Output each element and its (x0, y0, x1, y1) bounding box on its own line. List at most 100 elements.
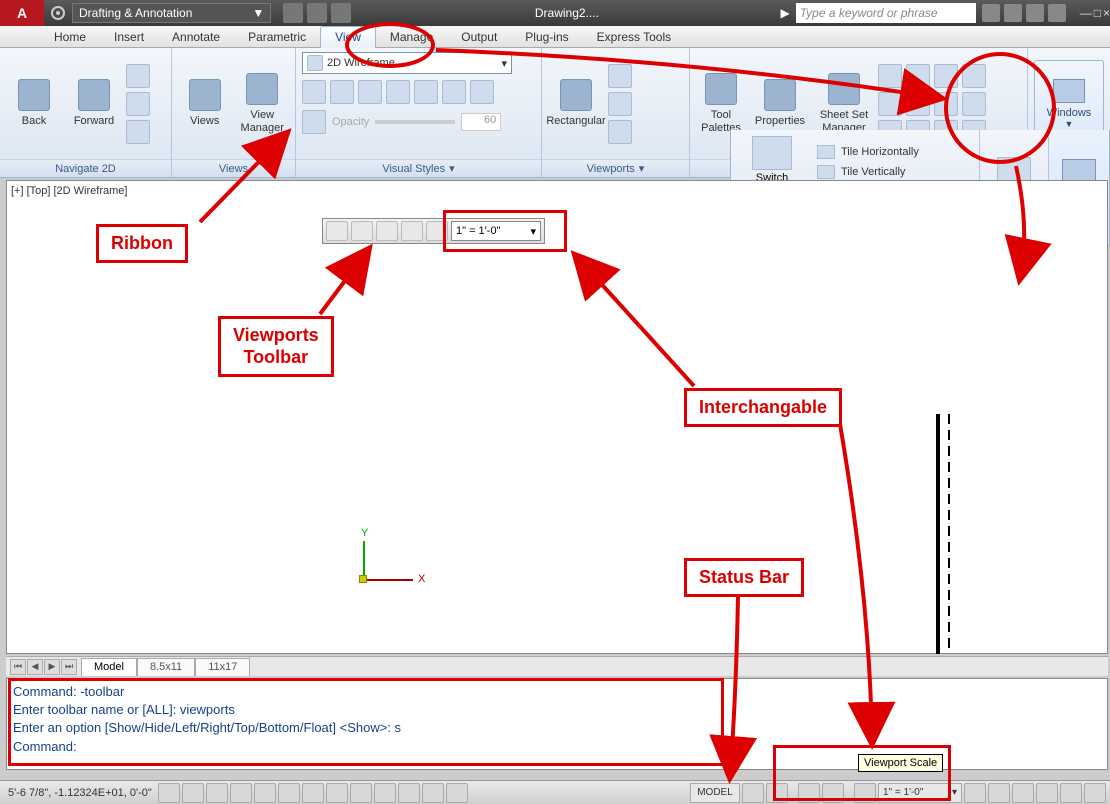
qp-toggle[interactable] (422, 783, 444, 803)
otrack-toggle[interactable] (302, 783, 324, 803)
sb-tool-icon[interactable] (1012, 783, 1034, 803)
osnap3d-toggle[interactable] (278, 783, 300, 803)
grid-toggle[interactable] (182, 783, 204, 803)
vp-tool-2[interactable] (351, 221, 373, 241)
panel-title-views: Views (172, 159, 295, 177)
sb-layout-icon[interactable] (742, 783, 764, 803)
annotation-statusbar: Status Bar (684, 558, 804, 597)
sb-hw-icon[interactable] (1036, 783, 1058, 803)
sb-iso-icon[interactable] (1060, 783, 1082, 803)
search-input[interactable]: Type a keyword or phrase (796, 3, 976, 23)
sb-annoscale-icon[interactable] (822, 783, 844, 803)
polar-toggle[interactable] (230, 783, 252, 803)
viewports-toolbar[interactable]: 1" = 1'-0"▾ (322, 218, 545, 244)
layout-model[interactable]: Model (81, 658, 137, 676)
tab-output[interactable]: Output (447, 26, 511, 48)
opacity-icon[interactable] (302, 110, 326, 134)
tab-prev-button[interactable]: ◀ (27, 659, 43, 675)
chevron-down-icon: ▼ (1065, 119, 1074, 129)
tab-plugins[interactable]: Plug-ins (511, 26, 582, 48)
qat-new-icon[interactable] (283, 3, 303, 23)
tooltip-viewport-scale: Viewport Scale (858, 754, 943, 772)
tab-express[interactable]: Express Tools (583, 26, 685, 48)
minimize-button[interactable]: — (1080, 6, 1092, 20)
vs-btn-1[interactable] (302, 80, 326, 104)
opacity-slider[interactable] (375, 120, 455, 124)
views-button[interactable]: Views (178, 60, 232, 148)
gear-icon[interactable] (48, 3, 68, 23)
ducs-toggle[interactable] (326, 783, 348, 803)
model-button[interactable]: MODEL (690, 783, 740, 803)
x-axis (363, 579, 413, 581)
vp-btn-2[interactable] (608, 92, 632, 116)
vs-btn-5[interactable] (414, 80, 438, 104)
sb-lock-icon[interactable] (964, 783, 986, 803)
close-button[interactable]: × (1103, 6, 1110, 20)
forward-button[interactable]: Forward (66, 60, 122, 148)
user-icon[interactable] (1004, 4, 1022, 22)
vp-tool-4[interactable] (401, 221, 423, 241)
vs-btn-7[interactable] (470, 80, 494, 104)
view-manager-button[interactable]: View Manager (236, 60, 290, 148)
panel-title-visual[interactable]: Visual Styles ▾ (296, 159, 541, 177)
tpy-toggle[interactable] (398, 783, 420, 803)
layout-85x11[interactable]: 8.5x11 (137, 658, 195, 676)
viewport-scale-combo[interactable]: 1" = 1'-0"▾ (451, 221, 541, 241)
vp-tool-3[interactable] (376, 221, 398, 241)
tab-insert[interactable]: Insert (100, 26, 158, 48)
pal-3[interactable] (878, 92, 902, 116)
tile-horizontally[interactable]: Tile Horizontally (817, 145, 919, 159)
opacity-value[interactable]: 60 (461, 113, 501, 131)
qat-open-icon[interactable] (307, 3, 327, 23)
tab-annotate[interactable]: Annotate (158, 26, 234, 48)
orbit-icon[interactable] (126, 92, 150, 116)
sb-ws-icon[interactable] (988, 783, 1010, 803)
vp-btn-1[interactable] (608, 64, 632, 88)
qat-save-icon[interactable] (331, 3, 351, 23)
coordinates[interactable]: 5'-6 7/8", -1.12324E+01, 0'-0" (4, 787, 156, 799)
sb-clean-icon[interactable] (1084, 783, 1106, 803)
vs-btn-2[interactable] (330, 80, 354, 104)
back-button[interactable]: Back (6, 60, 62, 148)
tab-parametric[interactable]: Parametric (234, 26, 320, 48)
maximize-button[interactable]: □ (1094, 6, 1101, 20)
workspace-selector[interactable]: Drafting & Annotation ▼ (72, 3, 271, 23)
vs-btn-3[interactable] (358, 80, 382, 104)
status-scale-combo[interactable]: 1" = 1'-0"▾ (878, 783, 962, 803)
extents-icon[interactable] (126, 120, 150, 144)
sc-toggle[interactable] (446, 783, 468, 803)
panel-title-viewports[interactable]: Viewports ▾ (542, 159, 689, 177)
pan-icon[interactable] (126, 64, 150, 88)
rectangular-button[interactable]: Rectangular (548, 60, 604, 148)
sb-vp-max-icon[interactable] (854, 783, 876, 803)
vs-btn-4[interactable] (386, 80, 410, 104)
osnap-toggle[interactable] (254, 783, 276, 803)
tab-first-button[interactable]: ⏮ (10, 659, 26, 675)
pal-1[interactable] (878, 64, 902, 88)
layout-11x17[interactable]: 11x17 (195, 658, 250, 676)
pal-4[interactable] (906, 92, 930, 116)
sb-anno-icon[interactable] (798, 783, 820, 803)
binoculars-icon[interactable] (982, 4, 1000, 22)
tab-home[interactable]: Home (40, 26, 100, 48)
exchange-icon[interactable] (1026, 4, 1044, 22)
view-label[interactable]: [+] [Top] [2D Wireframe] (11, 185, 127, 197)
y-axis (363, 541, 365, 579)
pal-2[interactable] (906, 64, 930, 88)
vp-tool-5[interactable] (426, 221, 448, 241)
dyn-toggle[interactable] (350, 783, 372, 803)
vs-btn-6[interactable] (442, 80, 466, 104)
vp-tool-1[interactable] (326, 221, 348, 241)
sb-qv-icon[interactable] (766, 783, 788, 803)
ortho-toggle[interactable] (206, 783, 228, 803)
lwt-toggle[interactable] (374, 783, 396, 803)
tile-vertically[interactable]: Tile Vertically (817, 165, 919, 179)
back-icon (18, 79, 50, 111)
play-icon[interactable]: ▶ (781, 6, 790, 20)
vp-btn-3[interactable] (608, 120, 632, 144)
snap-toggle[interactable] (158, 783, 180, 803)
help-icon[interactable] (1048, 4, 1066, 22)
tab-next-button[interactable]: ▶ (44, 659, 60, 675)
app-logo[interactable]: A (0, 0, 44, 26)
tab-last-button[interactable]: ⏭ (61, 659, 77, 675)
